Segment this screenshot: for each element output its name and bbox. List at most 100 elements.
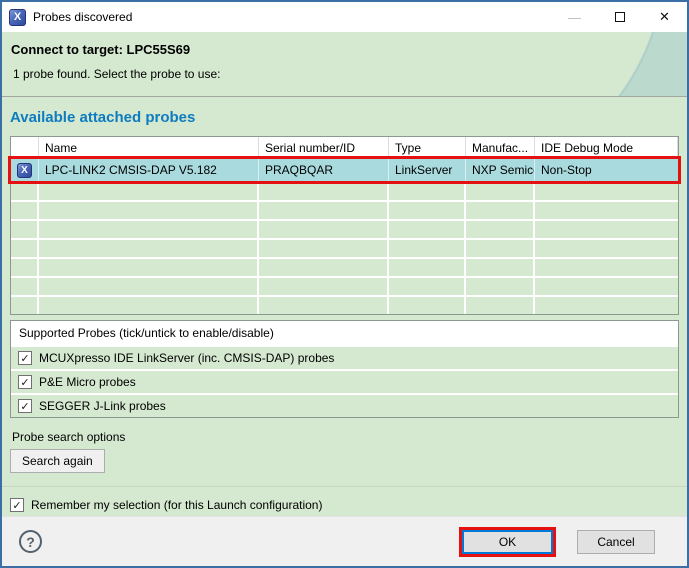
empty-cell [259, 278, 389, 295]
maximize-glyph [615, 12, 625, 22]
empty-cell [466, 297, 535, 314]
ok-annotation-highlight: OK [459, 527, 556, 557]
close-icon[interactable]: ✕ [642, 2, 687, 32]
segger-checkbox-label: SEGGER J-Link probes [39, 399, 166, 413]
empty-cell [389, 240, 466, 257]
ok-button[interactable]: OK [462, 530, 553, 554]
linkserver-checkbox[interactable]: ✓ [18, 351, 32, 365]
empty-cell [466, 221, 535, 238]
empty-cell [259, 259, 389, 276]
probe-search-options-label: Probe search options [12, 430, 679, 444]
empty-cell [389, 221, 466, 238]
probe-x-icon: X [17, 163, 32, 178]
empty-table-row [11, 295, 678, 314]
empty-cell [11, 240, 39, 257]
empty-cell [535, 240, 678, 257]
remember-selection-row: ✓ Remember my selection (for this Launch… [10, 487, 679, 516]
empty-cell [389, 183, 466, 200]
pemicro-checkbox[interactable]: ✓ [18, 375, 32, 389]
probe-search-options: Probe search options Search again [10, 430, 679, 473]
empty-cell [535, 202, 678, 219]
empty-cell [466, 278, 535, 295]
dialog-header: Connect to target: LPC55S69 1 probe foun… [2, 32, 687, 97]
probe-type-cell: LinkServer [389, 159, 466, 181]
help-icon[interactable]: ? [19, 530, 42, 553]
empty-cell [466, 202, 535, 219]
supported-probe-row-segger: ✓ SEGGER J-Link probes [11, 393, 678, 417]
remember-selection-label: Remember my selection (for this Launch c… [31, 498, 322, 512]
window-controls: — ✕ [552, 2, 687, 32]
probe-row-selected[interactable]: X LPC-LINK2 CMSIS-DAP V5.182 PRAQBQAR Li… [11, 159, 678, 181]
button-bar: ? OK Cancel [2, 516, 687, 566]
empty-cell [259, 183, 389, 200]
empty-cell [11, 259, 39, 276]
supported-probe-row-linkserver: ✓ MCUXpresso IDE LinkServer (inc. CMSIS-… [11, 345, 678, 369]
empty-cell [535, 183, 678, 200]
column-header-type[interactable]: Type [389, 137, 466, 159]
dialog-body: Available attached probes Name Serial nu… [2, 97, 687, 516]
empty-cell [259, 202, 389, 219]
column-header-name[interactable]: Name [39, 137, 259, 159]
window-title: Probes discovered [33, 10, 132, 24]
empty-cell [389, 297, 466, 314]
empty-table-row [11, 181, 678, 200]
empty-cell [466, 240, 535, 257]
empty-table-row [11, 276, 678, 295]
check-icon: ✓ [12, 499, 21, 512]
empty-cell [259, 240, 389, 257]
maximize-icon[interactable] [597, 2, 642, 32]
column-header-icon[interactable] [11, 137, 39, 159]
minimize-icon[interactable]: — [552, 2, 597, 32]
cancel-button[interactable]: Cancel [577, 530, 655, 554]
empty-cell [466, 183, 535, 200]
empty-cell [535, 278, 678, 295]
empty-cell [535, 297, 678, 314]
empty-cell [11, 202, 39, 219]
empty-table-row [11, 219, 678, 238]
empty-cell [11, 278, 39, 295]
empty-cell [39, 221, 259, 238]
column-header-manufacturer[interactable]: Manufac... [466, 137, 535, 159]
available-probes-title: Available attached probes [10, 97, 679, 136]
empty-cell [259, 297, 389, 314]
column-header-serial[interactable]: Serial number/ID [259, 137, 389, 159]
empty-cell [11, 183, 39, 200]
remember-selection-checkbox[interactable]: ✓ [10, 498, 24, 512]
empty-cell [39, 202, 259, 219]
empty-cell [39, 183, 259, 200]
segger-checkbox[interactable]: ✓ [18, 399, 32, 413]
mcuxpresso-app-icon: X [9, 9, 26, 26]
empty-cell [389, 278, 466, 295]
probe-manufacturer-cell: NXP Semico [466, 159, 535, 181]
connect-target-label: Connect to target: LPC55S69 [11, 42, 678, 57]
probe-name-cell: LPC-LINK2 CMSIS-DAP V5.182 [39, 159, 259, 181]
probes-table-header: Name Serial number/ID Type Manufac... ID… [11, 137, 678, 159]
empty-cell [39, 259, 259, 276]
empty-table-row [11, 238, 678, 257]
probe-serial-cell: PRAQBQAR [259, 159, 389, 181]
probe-found-message: 1 probe found. Select the probe to use: [13, 67, 678, 81]
empty-cell [39, 278, 259, 295]
empty-cell [11, 221, 39, 238]
supported-probes-group: Supported Probes (tick/untick to enable/… [10, 320, 679, 418]
check-icon: ✓ [20, 400, 29, 413]
empty-cell [389, 259, 466, 276]
empty-table-row [11, 257, 678, 276]
empty-cell [389, 202, 466, 219]
empty-cell [39, 240, 259, 257]
search-again-button[interactable]: Search again [10, 449, 105, 473]
check-icon: ✓ [20, 376, 29, 389]
empty-cell [11, 297, 39, 314]
column-header-ide-debug-mode[interactable]: IDE Debug Mode [535, 137, 678, 159]
probe-debug-mode-cell: Non-Stop [535, 159, 678, 181]
empty-cell [39, 297, 259, 314]
check-icon: ✓ [20, 352, 29, 365]
linkserver-checkbox-label: MCUXpresso IDE LinkServer (inc. CMSIS-DA… [39, 351, 334, 365]
probes-discovered-dialog: X Probes discovered — ✕ Connect to targe… [0, 0, 689, 568]
empty-table-row [11, 200, 678, 219]
empty-cell [259, 221, 389, 238]
empty-cell [535, 259, 678, 276]
title-bar: X Probes discovered — ✕ [2, 2, 687, 32]
supported-probes-title: Supported Probes (tick/untick to enable/… [11, 321, 678, 345]
empty-cell [466, 259, 535, 276]
